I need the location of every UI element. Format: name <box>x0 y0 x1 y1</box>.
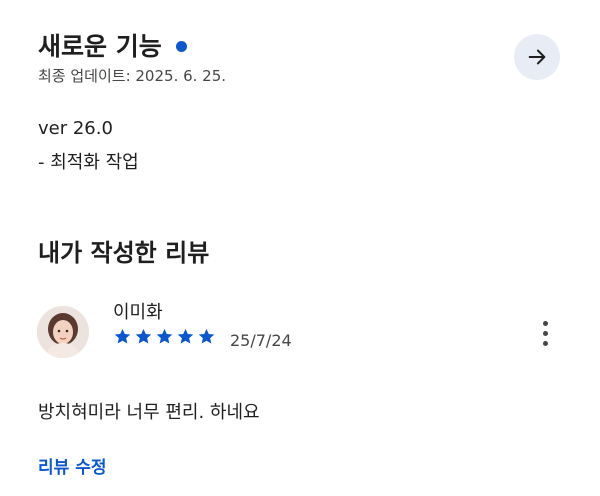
star-icon <box>198 328 215 344</box>
star-icon <box>156 328 173 344</box>
review-text: 방치혀미라 너무 편리. 하네요 <box>38 402 260 423</box>
avatar <box>37 306 89 358</box>
star-icon <box>135 328 152 344</box>
review-date: 25/7/24 <box>230 331 292 350</box>
edit-review-button[interactable]: 리뷰 수정 <box>38 453 106 478</box>
version-text: ver 26.0 <box>38 118 113 139</box>
more-vert-icon <box>542 320 548 326</box>
update-note: - 최적화 작업 <box>38 152 139 173</box>
star-icon <box>177 328 194 344</box>
arrow-right-icon <box>528 49 546 65</box>
last-updated: 최종 업데이트: 2025. 6. 25. <box>38 67 227 85</box>
new-indicator-dot <box>175 40 187 52</box>
whats-new-title-text: 새로운 기능 <box>38 32 162 61</box>
whats-new-title: 새로운 기능 <box>38 27 187 63</box>
more-options-button[interactable] <box>530 316 560 350</box>
whats-new-arrow-button[interactable] <box>514 34 560 80</box>
reviewer-name: 이미화 <box>113 302 163 323</box>
star-rating <box>113 327 216 346</box>
star-icon <box>114 328 131 344</box>
my-review-title: 내가 작성한 리뷰 <box>38 239 210 267</box>
